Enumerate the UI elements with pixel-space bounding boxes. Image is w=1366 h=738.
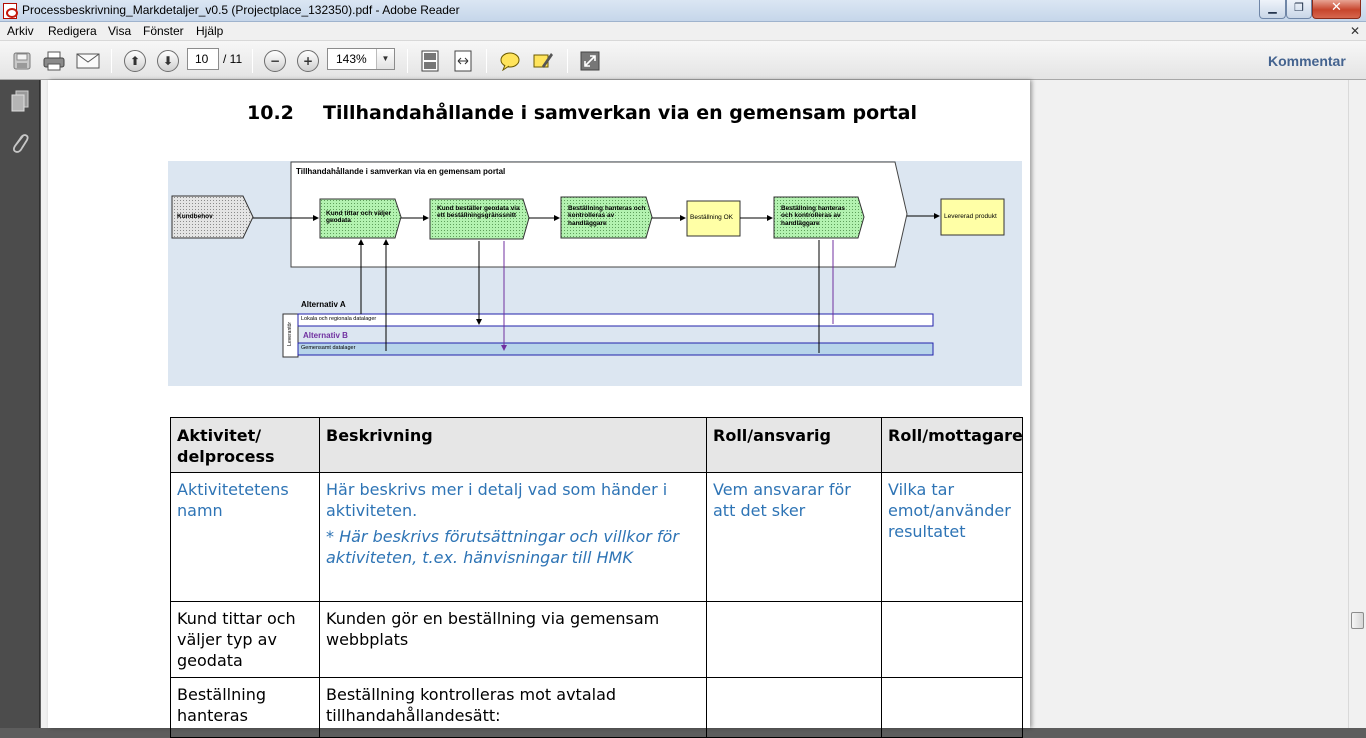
print-button[interactable] [40, 48, 68, 74]
plus-icon: + [297, 50, 319, 72]
description-text: Här beskrivs mer i detalj vad som händer… [326, 480, 668, 520]
diagram-step4-label: Beställning OK [690, 214, 733, 221]
table-cell-responsible [706, 601, 882, 678]
table-cell-activity: Aktivitetetens namn [170, 472, 320, 602]
page-count: / 11 [223, 52, 243, 66]
envelope-icon [76, 53, 100, 69]
fit-page-icon [421, 50, 439, 72]
table-cell-description: Kunden gör en beställning via gemensam w… [319, 601, 707, 678]
window-title: Processbeskrivning_Markdetaljer_v0.5 (Pr… [22, 3, 460, 17]
pages-icon [11, 90, 29, 112]
diagram-lane-side-label: Leverantör [287, 321, 294, 346]
highlight-pen-icon [533, 53, 553, 68]
scrollbar-thumb[interactable] [1351, 612, 1364, 629]
table-header-receiver: Roll/mottagare [881, 417, 1023, 473]
description-note: * Här beskrivs förutsättningar och villk… [326, 527, 679, 567]
printer-icon [43, 51, 65, 71]
table-cell-activity: Beställning hanteras [170, 677, 320, 738]
email-button[interactable] [74, 48, 102, 74]
diagram-lane1-label: Lokala och regionala datalager [301, 316, 377, 322]
restore-icon: ❐ [1294, 1, 1304, 14]
minimize-button[interactable]: ▁ [1259, 0, 1286, 19]
comment-button[interactable] [496, 48, 524, 74]
next-page-button[interactable]: ⬇ [154, 48, 182, 74]
table-cell-description: Här beskrivs mer i detalj vad som händer… [319, 472, 707, 602]
close-button[interactable]: ✕ [1312, 0, 1361, 19]
pdf-page: 10.2 Tillhandahållande i samverkan via e… [48, 80, 1030, 738]
diagram-kundbehov-label: Kundbehov [177, 213, 213, 220]
lane1-box [297, 313, 934, 327]
attachments-button[interactable] [8, 130, 32, 156]
process-diagram: Tillhandahållande i samverkan via en gem… [168, 161, 1022, 386]
table-header-activity: Aktivitet/ delprocess [170, 417, 320, 473]
save-button[interactable] [8, 48, 36, 74]
diagram-lane2-label: Gemensamt datalager [301, 345, 356, 351]
adobe-reader-icon [3, 3, 18, 19]
zoom-out-button[interactable]: − [261, 48, 289, 74]
diagram-step6-label: Levererad produkt [944, 213, 997, 220]
menu-arkiv[interactable]: Arkiv [7, 24, 34, 38]
menu-bar: Arkiv Redigera Visa Fönster Hjälp ✕ [0, 22, 1366, 41]
save-icon [13, 52, 31, 70]
diagram-step1-label: Kund tittar och väljer geodata [326, 210, 392, 225]
table-cell-responsible [706, 677, 882, 738]
lane2-box [297, 342, 934, 356]
arrow-down-icon: ⬇ [157, 50, 179, 72]
document-viewport[interactable]: 10.2 Tillhandahållande i samverkan via e… [41, 80, 1348, 738]
section-title: Tillhandahållande i samverkan via en gem… [323, 102, 917, 124]
zoom-select[interactable]: 143% ▼ [327, 48, 395, 70]
table-cell-receiver: Vilka tar emot/använder resultatet [881, 472, 1023, 602]
navigation-pane [0, 80, 40, 728]
chevron-down-icon[interactable]: ▼ [376, 49, 394, 69]
minus-icon: − [264, 50, 286, 72]
zoom-value: 143% [336, 52, 367, 66]
comment-panel-button[interactable]: Kommentar [1268, 53, 1346, 69]
maximize-button[interactable]: ❐ [1286, 0, 1312, 19]
previous-page-button[interactable]: ⬆ [121, 48, 149, 74]
minimize-icon: ▁ [1268, 1, 1277, 14]
paperclip-icon [12, 134, 29, 153]
fit-page-button[interactable] [416, 48, 444, 74]
title-bar: Processbeskrivning_Markdetaljer_v0.5 (Pr… [0, 0, 1366, 22]
page-thumbnails-button[interactable] [8, 88, 32, 114]
fit-width-icon [454, 50, 472, 72]
diagram-step5-label: Beställning hanteras och kontrolleras av… [781, 205, 845, 227]
table-header-responsible: Roll/ansvarig [706, 417, 882, 473]
speech-bubble-icon [500, 52, 520, 71]
table-row: Aktivitetetens namn Här beskrivs mer i d… [170, 472, 1023, 602]
table-cell-responsible: Vem ansvarar för att det sker [706, 472, 882, 602]
menubar-close-icon[interactable]: ✕ [1350, 24, 1360, 38]
table-cell-activity: Kund tittar och väljer typ av geodata [170, 601, 320, 678]
zoom-in-button[interactable]: + [294, 48, 322, 74]
section-number: 10.2 [247, 102, 294, 124]
diagram-frame-title: Tillhandahållande i samverkan via en gem… [296, 167, 506, 176]
close-icon: ✕ [1331, 0, 1342, 15]
full-screen-button[interactable] [576, 48, 604, 74]
menu-visa[interactable]: Visa [108, 24, 131, 38]
table-cell-receiver [881, 601, 1023, 678]
arrow-up-icon: ⬆ [124, 50, 146, 72]
table-header-description: Beskrivning [319, 417, 707, 473]
menu-fonster[interactable]: Fönster [143, 24, 184, 38]
table-row: Beställning hanteras Beställning kontrol… [170, 677, 1023, 738]
table-cell-receiver [881, 677, 1023, 738]
menu-hjalp[interactable]: Hjälp [196, 24, 223, 38]
diagram-step3-label: Beställning hanteras och kontrolleras av… [568, 205, 646, 227]
table-row: Kund tittar och väljer typ av geodata Ku… [170, 601, 1023, 678]
fit-width-button[interactable] [449, 48, 477, 74]
diagram-step2-label: Kund beställer geodata via ett beställni… [437, 205, 520, 220]
vertical-scrollbar[interactable] [1348, 80, 1366, 728]
highlight-button[interactable] [529, 48, 557, 74]
diagram-alt-a-label: Alternativ A [301, 300, 346, 309]
diagram-alt-b-label: Alternativ B [303, 331, 348, 340]
activity-table: Aktivitet/ delprocess Beskrivning Roll/a… [170, 417, 1023, 738]
expand-icon [580, 51, 600, 71]
process-diagram-graphics [171, 161, 1005, 358]
menu-redigera[interactable]: Redigera [48, 24, 97, 38]
page-number-input[interactable]: 10 [187, 48, 219, 70]
table-cell-description: Beställning kontrolleras mot avtalad til… [319, 677, 707, 738]
